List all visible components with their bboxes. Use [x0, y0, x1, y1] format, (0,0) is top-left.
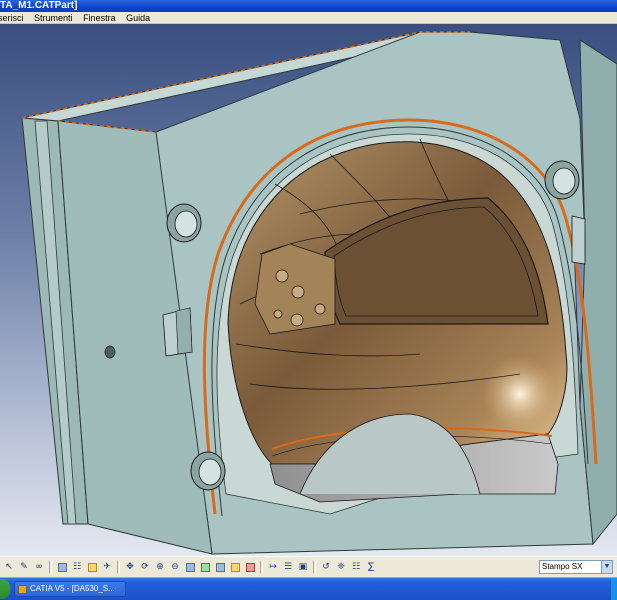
product-selector[interactable]: Stampo SX ▼: [539, 560, 613, 574]
measure-icon[interactable]: ↦: [266, 560, 280, 574]
select-icon[interactable]: ↖: [2, 560, 16, 574]
swap-icon[interactable]: [243, 560, 257, 574]
normal-view-icon[interactable]: [183, 560, 197, 574]
menu-bar: serisci Strumenti Finestra Guida: [0, 12, 617, 24]
taskbar-button-catia[interactable]: CATIA V5 - [DA530_S...: [14, 581, 126, 597]
pan-icon[interactable]: ✥: [123, 560, 137, 574]
bolt-hole-top-right: [544, 160, 580, 200]
catalog-icon[interactable]: ☷: [349, 560, 363, 574]
chevron-down-icon[interactable]: ▼: [601, 561, 612, 573]
window-title-bar: TA_M1.CATPart]: [0, 0, 617, 12]
product-selector-value: Stampo SX: [542, 562, 583, 571]
bolt-hole-bottom-left: [190, 451, 226, 491]
menu-item-inserisci[interactable]: serisci: [0, 12, 28, 23]
menu-item-guida[interactable]: Guida: [122, 12, 154, 23]
start-button[interactable]: [0, 579, 10, 599]
rotate-icon[interactable]: ⟳: [138, 560, 152, 574]
zoom-out-icon[interactable]: ⊖: [168, 560, 182, 574]
sketch-icon[interactable]: ✎: [17, 560, 31, 574]
formula-icon[interactable]: [85, 560, 99, 574]
toolbar-separator: [117, 560, 120, 574]
window-title: TA_M1.CATPart]: [0, 0, 78, 11]
mold-model: [21, 31, 617, 555]
iso-view-icon[interactable]: [198, 560, 212, 574]
taskbar-button-label: CATIA V5 - [DA530_S...: [30, 584, 115, 593]
camera-icon[interactable]: ▣: [296, 560, 310, 574]
parameters-icon[interactable]: ∑: [364, 560, 378, 574]
analysis-icon[interactable]: ☰: [281, 560, 295, 574]
toolbar-separator: [260, 560, 263, 574]
toolbar-separator: [49, 560, 52, 574]
fly-icon[interactable]: ✈: [100, 560, 114, 574]
bolt-hole-top-left: [166, 203, 202, 243]
menu-item-finestra[interactable]: Finestra: [79, 12, 120, 23]
windows-taskbar: CATIA V5 - [DA530_S...: [0, 578, 617, 600]
3d-viewport[interactable]: [0, 24, 617, 556]
tree-icon[interactable]: ☷: [70, 560, 84, 574]
hide-show-icon[interactable]: [228, 560, 242, 574]
wireframe-icon[interactable]: ∞: [32, 560, 46, 574]
grid-icon[interactable]: [55, 560, 69, 574]
system-tray: [611, 578, 617, 600]
menu-item-strumenti[interactable]: Strumenti: [30, 12, 77, 23]
shading-icon[interactable]: [213, 560, 227, 574]
zoom-in-icon[interactable]: ⊕: [153, 560, 167, 574]
bottom-toolbar: ↖ ✎ ∞ ☷ ✈ ✥ ⟳ ⊕ ⊖ ↦ ☰ ▣ ↺ ❈ ☷ ∑ Stampo S…: [0, 556, 617, 578]
catia-icon: [18, 585, 27, 594]
toolbar-separator: [313, 560, 316, 574]
knowledge-icon[interactable]: ❈: [334, 560, 348, 574]
publish-icon[interactable]: ↺: [319, 560, 333, 574]
